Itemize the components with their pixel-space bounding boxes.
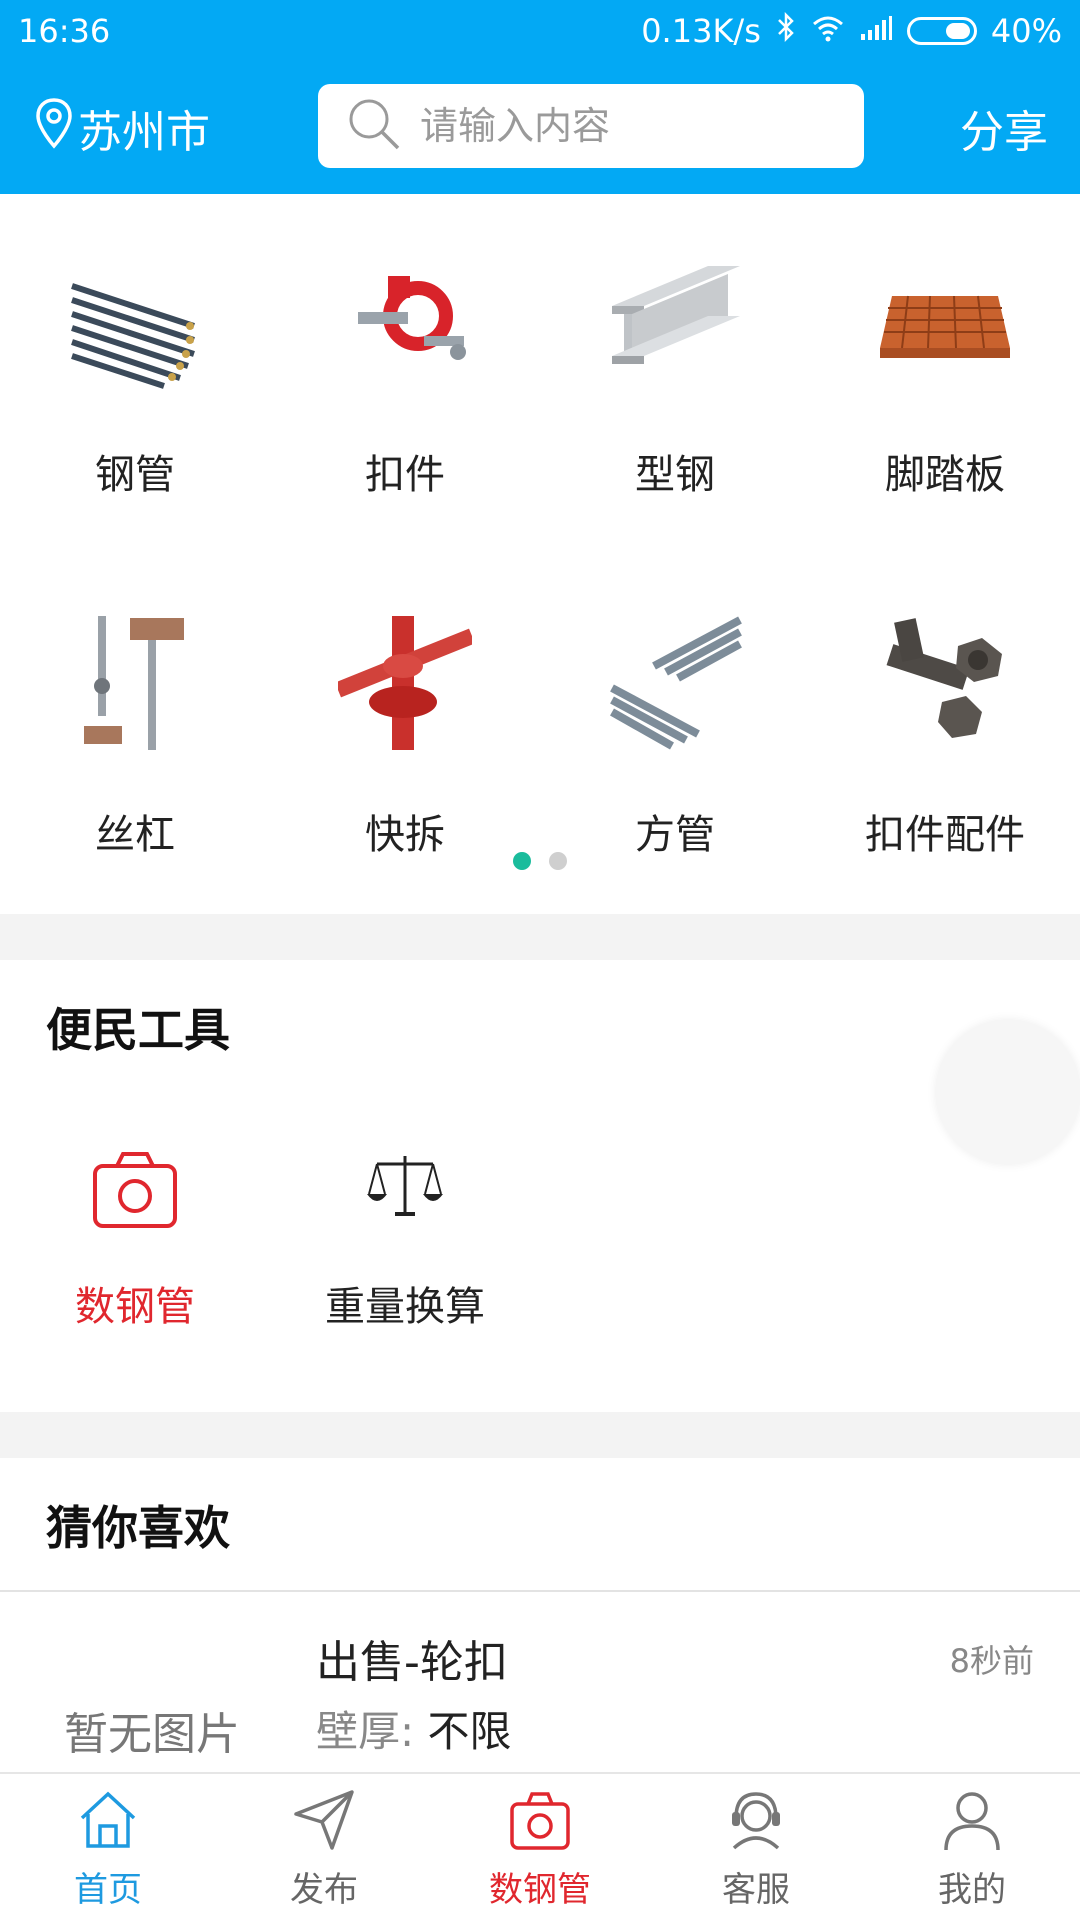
spec-label: 壁厚: <box>316 1707 415 1756</box>
nav-count-pipes[interactable]: 数钢管 <box>432 1774 648 1920</box>
coupler-icon <box>338 256 472 390</box>
home-icon <box>76 1791 140 1856</box>
bolt-icon <box>878 616 1012 750</box>
nav-publish[interactable]: 发布 <box>216 1774 432 1920</box>
spec-value: 不限 <box>427 1707 512 1756</box>
page-dot <box>549 852 567 870</box>
camera-icon <box>91 1152 179 1234</box>
category-item-square-tube[interactable]: 方管 <box>540 616 810 860</box>
category-item-quick-release[interactable]: 快拆 <box>270 616 540 860</box>
post-spec: 壁厚: 不限 <box>316 1698 512 1759</box>
no-image-placeholder: 暂无图片 <box>64 1709 240 1760</box>
steel-pipe-icon <box>68 256 202 390</box>
wifi-icon <box>811 12 845 50</box>
page-indicator <box>0 852 1080 870</box>
post-title: 出售-轮扣 <box>316 1637 508 1688</box>
section-divider <box>0 1412 1080 1458</box>
location-selector[interactable]: 苏州市 <box>34 96 210 160</box>
category-item-bolt[interactable]: 扣件配件 <box>810 616 1080 860</box>
category-item-scaffold-board[interactable]: 脚踏板 <box>810 256 1080 500</box>
scale-icon <box>365 1156 445 1234</box>
screw-jack-icon <box>68 616 202 750</box>
signal-icon <box>859 12 893 50</box>
share-button[interactable]: 分享 <box>960 96 1048 160</box>
post-time: 8秒前 <box>949 1642 1034 1680</box>
category-grid: 钢管 扣件 型钢 脚踏板 丝杠 快拆 方管 扣件配件 <box>0 194 1080 914</box>
tool-weight-convert[interactable]: 重量换算 <box>270 1150 540 1332</box>
bluetooth-icon <box>775 11 797 50</box>
quick-release-icon <box>338 616 472 750</box>
tool-label: 数钢管 <box>75 1284 195 1330</box>
search-input[interactable] <box>420 104 840 148</box>
nav-label: 首页 <box>74 1870 142 1910</box>
category-label: 脚踏板 <box>885 452 1005 498</box>
battery-icon <box>906 17 977 45</box>
tool-label: 重量换算 <box>325 1284 485 1330</box>
i-beam-icon <box>608 256 742 390</box>
section-divider <box>0 914 1080 960</box>
headset-icon <box>724 1792 788 1856</box>
nav-label: 客服 <box>722 1870 790 1910</box>
status-time: 16:36 <box>18 12 111 50</box>
category-item-coupler[interactable]: 扣件 <box>270 256 540 500</box>
app-bar: 苏州市 分享 <box>0 62 1080 194</box>
category-label: 钢管 <box>95 452 175 498</box>
bottom-navigation: 首页 发布 数钢管 客服 我的 <box>0 1772 1080 1920</box>
recommend-title: 猜你喜欢 <box>46 1501 230 1555</box>
tools-title: 便民工具 <box>46 1003 230 1057</box>
location-pin-icon <box>34 97 78 160</box>
nav-label: 我的 <box>938 1870 1006 1910</box>
category-label: 扣件 <box>365 452 445 498</box>
nav-profile[interactable]: 我的 <box>864 1774 1080 1920</box>
user-icon <box>940 1792 1004 1856</box>
nav-label: 发布 <box>290 1870 358 1910</box>
tool-count-pipes[interactable]: 数钢管 <box>0 1150 270 1332</box>
category-item-screw-jack[interactable]: 丝杠 <box>0 616 270 860</box>
search-icon <box>346 96 402 156</box>
square-tube-icon <box>608 616 742 750</box>
category-label: 型钢 <box>635 452 715 498</box>
tools-section: 便民工具 数钢管 重量换算 <box>0 960 1080 1412</box>
category-item-i-beam[interactable]: 型钢 <box>540 256 810 500</box>
nav-label: 数钢管 <box>489 1870 591 1910</box>
scaffold-board-icon <box>878 256 1012 390</box>
status-bar: 16:36 0.13K/s 40% <box>0 0 1080 62</box>
camera-icon <box>508 1792 572 1856</box>
network-speed: 0.13K/s <box>641 12 761 50</box>
category-item-steel-pipe[interactable]: 钢管 <box>0 256 270 500</box>
send-icon <box>292 1790 356 1856</box>
nav-customer-service[interactable]: 客服 <box>648 1774 864 1920</box>
page-dot-active <box>513 852 531 870</box>
location-label: 苏州市 <box>78 107 210 158</box>
divider <box>0 1590 1080 1592</box>
recommend-section: 猜你喜欢 暂无图片 出售-轮扣 8秒前 壁厚: 不限 <box>0 1458 1080 1772</box>
search-box[interactable] <box>318 84 864 168</box>
battery-level: 40% <box>990 12 1062 50</box>
floating-action-button[interactable] <box>936 1020 1080 1164</box>
nav-home[interactable]: 首页 <box>0 1774 216 1920</box>
